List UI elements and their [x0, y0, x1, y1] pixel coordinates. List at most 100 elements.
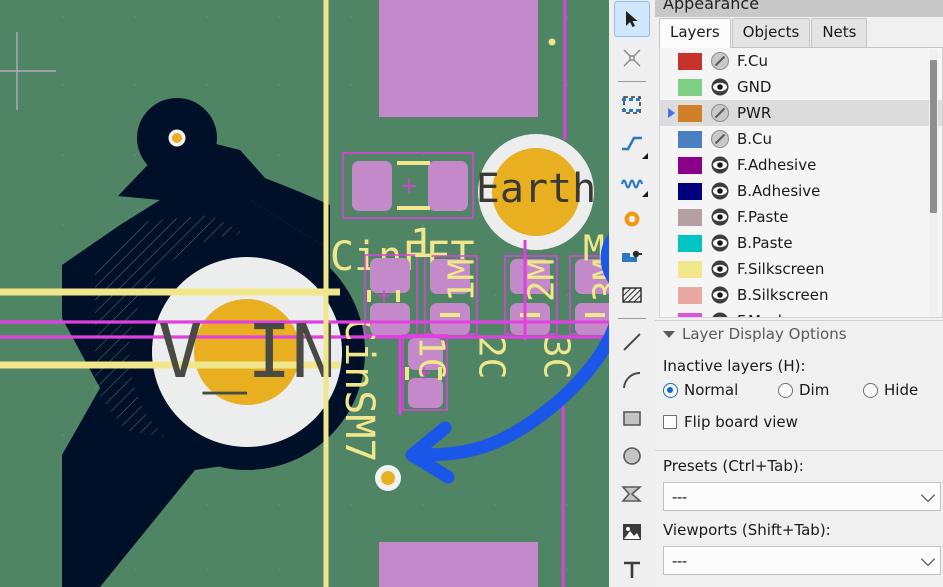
layer-row-b-silkscreen[interactable]: B.Silkscreen — [660, 282, 942, 308]
layer-visible-icon[interactable] — [710, 259, 730, 279]
layer-row-b-cu[interactable]: B.Cu — [660, 126, 942, 152]
layer-list-scrollbar[interactable] — [929, 50, 938, 316]
layer-row-f-silkscreen[interactable]: F.Silkscreen — [660, 256, 942, 282]
route-track-icon — [622, 136, 642, 151]
layer-visible-icon[interactable] — [710, 77, 730, 97]
layer-row-pwr[interactable]: PWR — [660, 100, 942, 126]
layer-row-f-paste[interactable]: F.Paste — [660, 204, 942, 230]
layer-color-swatch[interactable] — [678, 52, 702, 70]
layer-hidden-icon[interactable] — [710, 129, 730, 149]
tab-nets[interactable]: Nets — [811, 18, 868, 47]
add-image-tool[interactable] — [615, 515, 649, 549]
viewports-dropdown[interactable]: --- — [663, 546, 941, 575]
layer-display-options-title: Layer Display Options — [682, 325, 847, 343]
layer-color-swatch[interactable] — [678, 208, 702, 226]
highlight-net-tool[interactable] — [615, 41, 649, 75]
origin-crosshair — [0, 32, 56, 110]
layer-color-swatch[interactable] — [678, 260, 702, 278]
add-text-tool[interactable] — [615, 553, 649, 587]
text-icon — [624, 561, 640, 578]
layer-visible-icon[interactable] — [710, 207, 730, 227]
inactive-layers-radio-group: Normal Dim Hide — [663, 381, 935, 399]
layer-list-scrollbar-thumb[interactable] — [930, 60, 937, 213]
add-via-tool[interactable] — [615, 202, 649, 236]
flip-board-view-checkbox[interactable]: Flip board view — [663, 413, 798, 431]
layer-name: GND — [737, 78, 772, 96]
draw-arc-tool[interactable] — [615, 363, 649, 397]
route-track-tool[interactable] — [615, 126, 649, 160]
layer-color-swatch[interactable] — [678, 286, 702, 304]
cursor-icon — [626, 11, 638, 27]
tune-length-tool[interactable] — [615, 164, 649, 198]
add-rule-area-tool[interactable] — [615, 278, 649, 312]
smd-pad-bottom — [379, 542, 538, 587]
layer-expand-arrow[interactable] — [664, 100, 678, 126]
layer-name: B.Cu — [737, 130, 773, 148]
add-filled-zone-tool[interactable] — [615, 240, 649, 274]
svg-text:1C: 1C — [410, 336, 451, 379]
select-tool[interactable] — [614, 1, 650, 37]
layer-row-f-adhesive[interactable]: F.Adhesive — [660, 152, 942, 178]
silk-text-cinsm7: CinSM7 — [336, 318, 382, 463]
footprint-cinfet — [342, 152, 474, 219]
layer-row-f-cu[interactable]: F.Cu — [660, 48, 942, 74]
footprint-icon — [622, 96, 641, 114]
layer-row-gnd[interactable]: GND — [660, 74, 942, 100]
layer-color-swatch[interactable] — [678, 312, 702, 317]
viewports-value: --- — [672, 551, 687, 570]
radio-dim[interactable]: Dim — [778, 381, 863, 399]
layer-expand-arrow — [664, 48, 678, 74]
tab-objects[interactable]: Objects — [731, 18, 811, 47]
tune-length-icon — [620, 179, 644, 189]
radio-normal[interactable]: Normal — [663, 381, 778, 399]
layer-color-swatch[interactable] — [678, 104, 702, 122]
layer-color-swatch[interactable] — [678, 156, 702, 174]
layer-color-swatch[interactable] — [678, 182, 702, 200]
tune-length-dropdown-caret[interactable] — [642, 191, 648, 197]
route-track-dropdown-caret[interactable] — [642, 153, 648, 159]
layer-row-b-adhesive[interactable]: B.Adhesive — [660, 178, 942, 204]
svg-text:2M: 2M — [522, 259, 563, 302]
layer-visible-icon[interactable] — [710, 233, 730, 253]
layer-color-swatch[interactable] — [678, 130, 702, 148]
layer-hidden-icon[interactable] — [710, 103, 730, 123]
radio-dot — [778, 382, 793, 398]
layer-expand-arrow — [664, 126, 678, 152]
collapse-triangle-icon[interactable] — [663, 330, 675, 338]
layer-expand-arrow — [664, 282, 678, 308]
layer-visible-icon[interactable] — [710, 311, 730, 317]
draw-circle-tool[interactable] — [615, 439, 649, 473]
appearance-tabs: Layers Objects Nets — [659, 17, 943, 48]
layer-row-f-mask[interactable]: F.Mask — [660, 308, 942, 317]
radio-hide[interactable]: Hide — [863, 381, 918, 399]
draw-polygon-tool[interactable] — [615, 477, 649, 511]
panel-title: Appearance — [655, 0, 943, 17]
image-icon — [623, 524, 641, 540]
pad-label-v-in: V_IN — [158, 309, 336, 395]
layer-expand-arrow — [664, 308, 678, 317]
layer-hidden-icon[interactable] — [710, 51, 730, 71]
layer-color-swatch[interactable] — [678, 234, 702, 252]
footprint-tool[interactable] — [615, 88, 649, 122]
silk-text-1: 1 — [410, 221, 434, 267]
layer-expand-arrow — [664, 230, 678, 256]
layer-display-options-header[interactable]: Layer Display Options — [663, 325, 847, 343]
draw-line-tool[interactable] — [615, 325, 649, 359]
layer-list[interactable]: F.Cu GND PWR B.Cu F.Adhesive B.Adhesive … — [659, 48, 943, 318]
layer-color-swatch[interactable] — [678, 78, 702, 96]
pcb-canvas[interactable]: V_IN Earth CinFET CinSM7 1M 2M 3M M 1C 2… — [0, 0, 609, 587]
layer-name: F.Mask — [737, 312, 787, 317]
pcb-canvas-graphics: V_IN Earth CinFET CinSM7 1M 2M 3M M 1C 2… — [0, 0, 609, 587]
layer-row-b-paste[interactable]: B.Paste — [660, 230, 942, 256]
layer-visible-icon[interactable] — [710, 285, 730, 305]
flip-board-view-label: Flip board view — [684, 413, 798, 431]
layer-visible-icon[interactable] — [710, 181, 730, 201]
arc-icon — [623, 371, 641, 389]
layer-visible-icon[interactable] — [710, 155, 730, 175]
tab-layers[interactable]: Layers — [659, 18, 731, 48]
presets-dropdown[interactable]: --- — [663, 482, 941, 511]
radio-dot — [663, 382, 678, 398]
draw-rectangle-tool[interactable] — [615, 401, 649, 435]
appearance-panel: Appearance Layers Objects Nets F.Cu GND … — [655, 0, 943, 587]
svg-text:3C: 3C — [535, 336, 576, 379]
